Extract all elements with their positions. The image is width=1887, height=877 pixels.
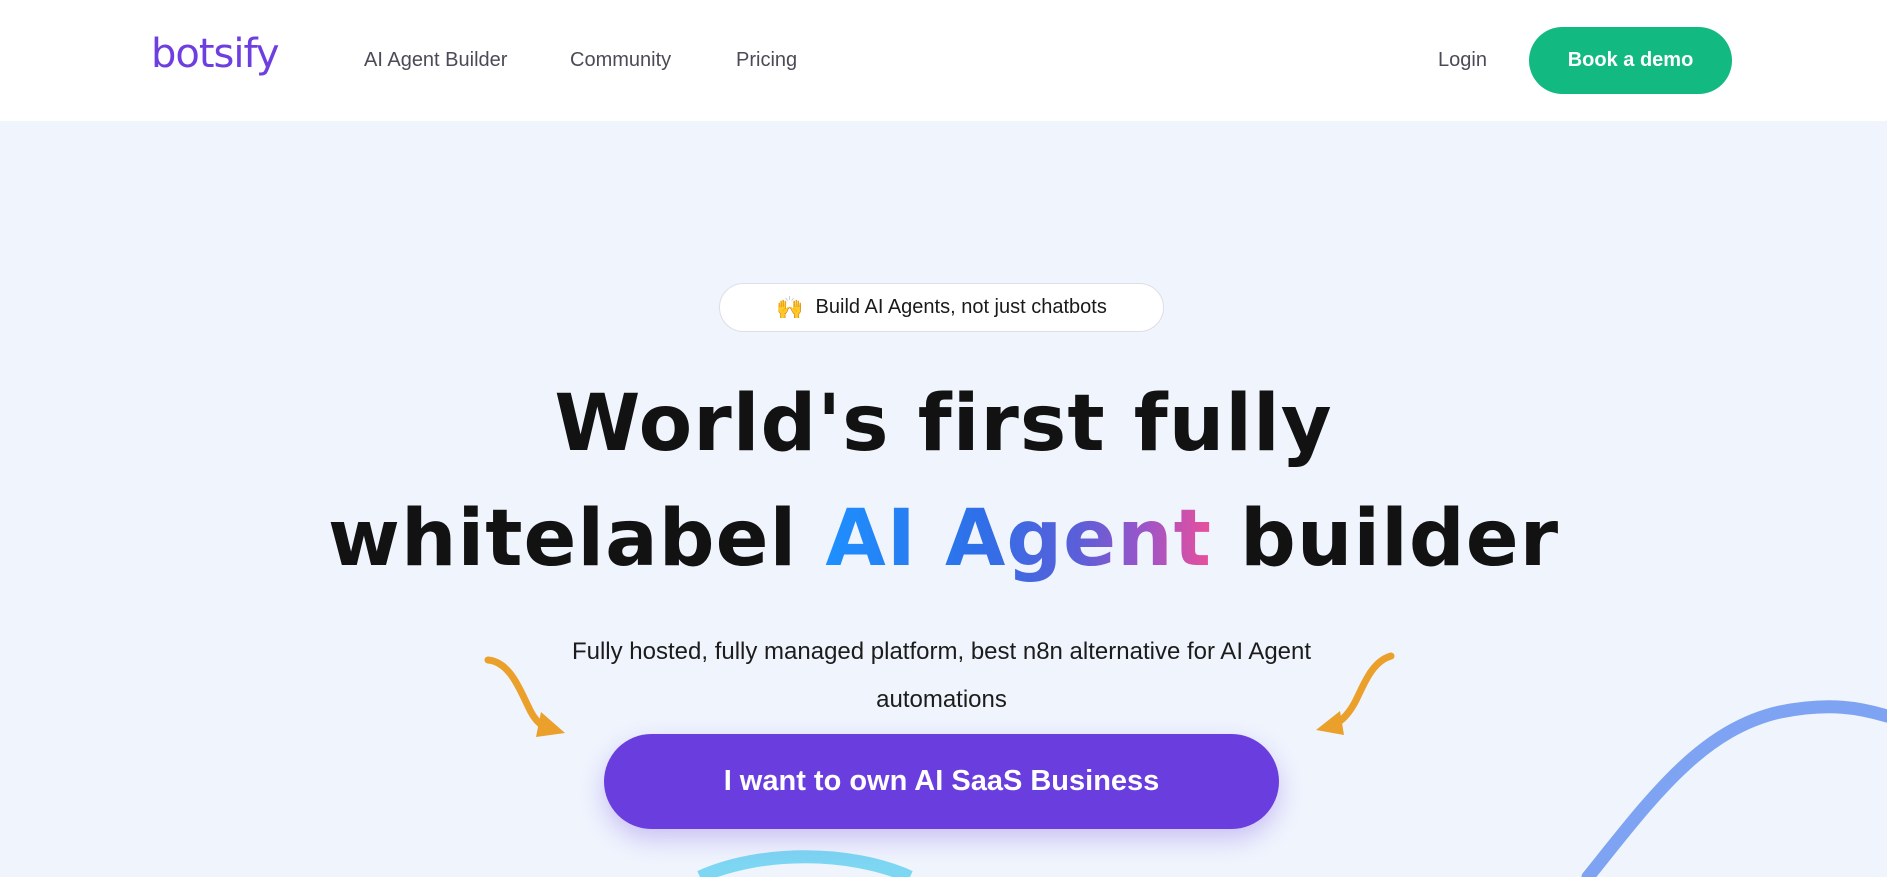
curved-arrow-icon	[1316, 652, 1395, 735]
announcement-badge: 🙌 Build AI Agents, not just chatbots	[719, 283, 1164, 332]
own-ai-saas-cta-button[interactable]: I want to own AI SaaS Business	[604, 734, 1279, 829]
curved-arrow-icon	[484, 656, 565, 737]
headline-line-1: World's first fully	[554, 379, 1333, 469]
hero-subtitle: Fully hosted, fully managed platform, be…	[571, 638, 1312, 713]
raised-hands-icon: 🙌	[776, 294, 804, 320]
cyan-wave-curve	[697, 850, 913, 877]
blue-wave-curve	[1581, 700, 1887, 877]
headline-line-2: whitelabel AI Agent builder	[0, 500, 1887, 578]
badge-text: Build AI Agents, not just chatbots	[815, 296, 1107, 318]
headline-prefix: whitelabel	[327, 494, 798, 584]
headline-suffix: builder	[1240, 494, 1560, 584]
headline-gradient-highlight: AI Agent	[825, 494, 1212, 584]
